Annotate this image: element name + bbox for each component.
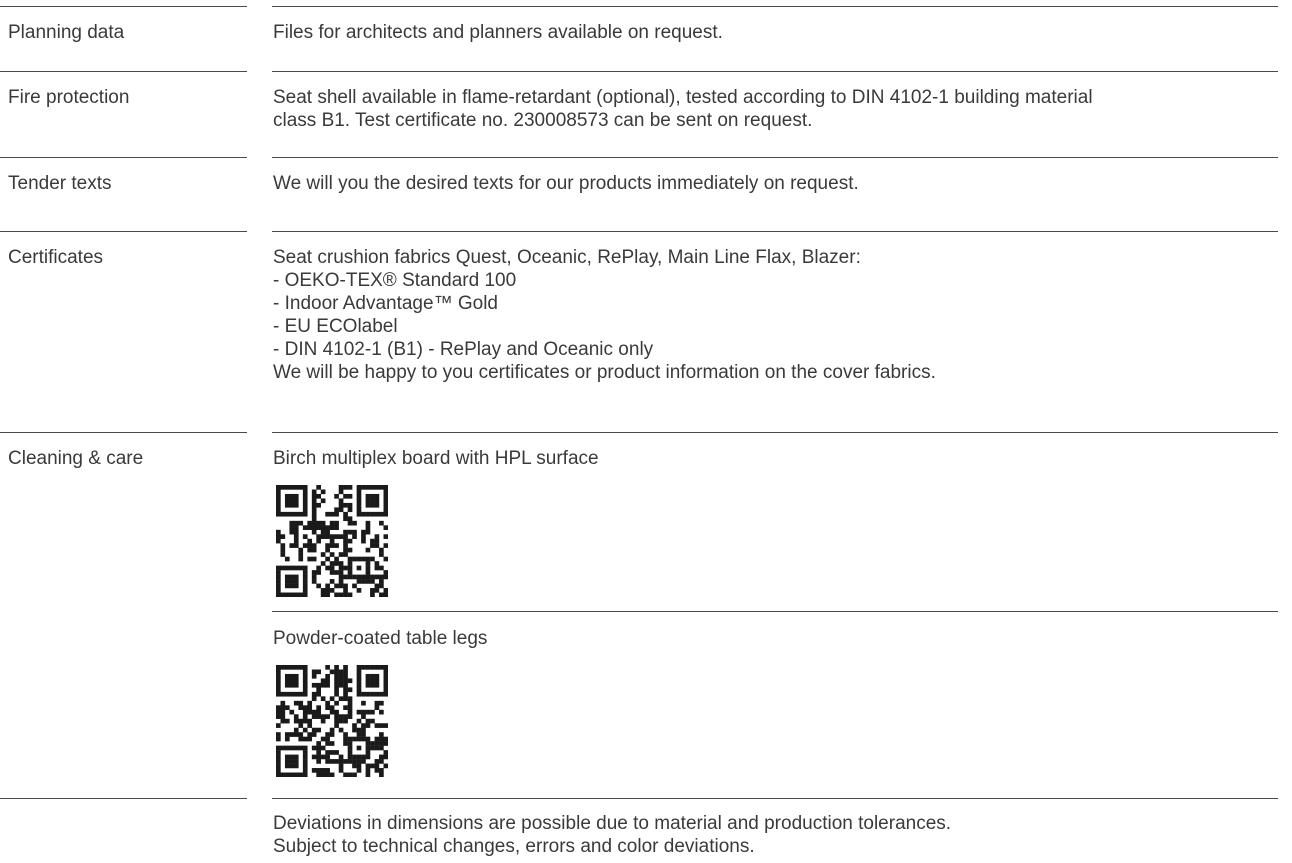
value-line: - Indoor Advantage™ Gold <box>273 293 498 314</box>
value-line: Deviations in dimensions are possible du… <box>273 813 952 834</box>
row-label: Certificates <box>8 247 104 268</box>
row-value: Seat shell available in flame-retardant … <box>273 86 1278 132</box>
value-line: We will be happy to you certificates or … <box>273 362 936 383</box>
care-item-title: Birch multiplex board with HPL surface <box>273 448 599 469</box>
item-divider <box>272 611 1278 612</box>
row-divider-left <box>0 71 247 72</box>
row-value: Files for architects and planners availa… <box>273 21 1278 44</box>
row-divider-left <box>0 6 247 7</box>
value-line: class B1. Test certificate no. 230008573… <box>273 110 813 131</box>
row-divider-left <box>0 798 247 799</box>
value-line: - EU ECOlabel <box>273 316 398 337</box>
row-divider-right <box>272 71 1278 72</box>
value-line: Subject to technical changes, errors and… <box>273 836 755 857</box>
row-divider-left <box>0 432 247 433</box>
row-label: Fire protection <box>8 87 130 108</box>
row-divider-left <box>0 157 247 158</box>
value-line: - DIN 4102-1 (B1) - RePlay and Oceanic o… <box>273 339 654 360</box>
row-divider-right <box>272 798 1278 799</box>
care-item-title: Powder-coated table legs <box>273 628 488 649</box>
value-line: - OEKO-TEX® Standard 100 <box>273 270 517 291</box>
row-divider-right <box>272 231 1278 232</box>
row-label: Cleaning & care <box>8 448 144 469</box>
row-divider-right <box>272 157 1278 158</box>
qr-code-icon[interactable] <box>276 485 388 597</box>
row-divider-left <box>0 231 247 232</box>
row-value: Seat crushion fabrics Quest, Oceanic, Re… <box>273 246 1278 384</box>
row-divider-right <box>272 6 1278 7</box>
value-line: Seat crushion fabrics Quest, Oceanic, Re… <box>273 247 861 268</box>
row-label: Planning data <box>8 22 125 43</box>
qr-code-icon[interactable] <box>276 665 388 777</box>
value-line: We will you the desired texts for our pr… <box>273 173 859 194</box>
row-value: We will you the desired texts for our pr… <box>273 172 1278 195</box>
value-line: Seat shell available in flame-retardant … <box>273 87 1093 108</box>
row-value: Deviations in dimensions are possible du… <box>273 812 1278 858</box>
row-label: Tender texts <box>8 173 112 194</box>
row-divider-right <box>272 432 1278 433</box>
value-line: Files for architects and planners availa… <box>273 22 723 43</box>
